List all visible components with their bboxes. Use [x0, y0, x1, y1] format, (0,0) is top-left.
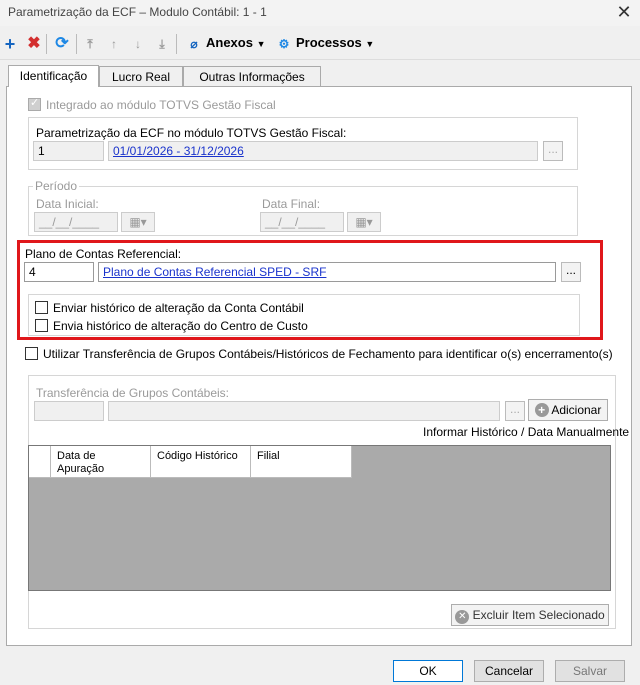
data-final-field[interactable]: __/__/____: [260, 212, 344, 232]
column-header-codigo-historico[interactable]: Código Histórico: [151, 446, 251, 478]
parametrizacao-period-field[interactable]: 01/01/2026 - 31/12/2026: [108, 141, 538, 161]
integrado-label: Integrado ao módulo TOTVS Gestão Fiscal: [46, 98, 276, 112]
cancel-button[interactable]: Cancelar: [474, 660, 544, 682]
tab-lucro-real[interactable]: Lucro Real: [99, 66, 183, 87]
plano-lookup-button[interactable]: ...: [561, 262, 581, 282]
paperclip-icon: ⌀: [190, 37, 198, 51]
delete-icon[interactable]: ✖: [24, 34, 44, 54]
refresh-icon[interactable]: ⟳: [52, 34, 72, 54]
parametrizacao-label: Parametrização da ECF no módulo TOTVS Ge…: [36, 126, 347, 140]
historico-centro-label: Envia histórico de alteração do Centro d…: [53, 319, 308, 333]
calendar-icon[interactable]: ▦▾: [347, 212, 381, 232]
window-title: Parametrização da ECF – Modulo Contábil:…: [8, 5, 267, 19]
historico-centro-checkbox[interactable]: [35, 319, 48, 332]
informar-historico-link[interactable]: Informar Histórico / Data Manualmente: [423, 425, 629, 439]
transferencia-label: Utilizar Transferência de Grupos Contábe…: [43, 347, 613, 361]
transferencia-grupos-label: Transferência de Grupos Contábeis:: [36, 386, 229, 400]
transferencia-name-field[interactable]: [108, 401, 500, 421]
data-inicial-label: Data Inicial:: [36, 197, 99, 211]
data-final-label: Data Final:: [262, 197, 321, 211]
remove-circle-icon: ✕: [455, 610, 470, 624]
transferencia-lookup-button[interactable]: ...: [505, 401, 525, 421]
historico-conta-checkbox[interactable]: [35, 301, 48, 314]
chevron-down-icon: ▼: [365, 39, 375, 49]
calendar-icon[interactable]: ▦▾: [121, 212, 155, 232]
excluir-item-button[interactable]: ✕ Excluir Item Selecionado: [451, 604, 609, 626]
move-last-icon[interactable]: ⤓: [152, 34, 172, 54]
toolbar: + ✖ ⟳ ⤒ ↑ ↓ ⤓ ⌀ Anexos ▼ ⚙ Processos ▼: [0, 28, 640, 60]
periodo-label: Período: [33, 179, 80, 193]
data-inicial-field[interactable]: __/__/____: [34, 212, 118, 232]
tab-identificacao[interactable]: Identificação: [8, 65, 99, 87]
close-icon[interactable]: ✕: [612, 2, 636, 22]
gear-icon: ⚙: [278, 37, 290, 51]
column-header-data-apuracao[interactable]: Data de Apuração: [51, 446, 151, 478]
parametrizacao-code-field[interactable]: 1: [33, 141, 104, 161]
column-header-filial[interactable]: Filial: [251, 446, 352, 478]
title-bar: Parametrização da ECF – Modulo Contábil:…: [0, 0, 640, 26]
transferencia-code-field[interactable]: [34, 401, 104, 421]
anexos-menu[interactable]: Anexos ▼: [206, 35, 266, 50]
plus-circle-icon: +: [534, 403, 549, 417]
move-up-icon[interactable]: ↑: [104, 34, 124, 54]
grid-corner: [29, 446, 51, 478]
plano-code-field[interactable]: 4: [24, 262, 94, 282]
plano-label: Plano de Contas Referencial:: [25, 247, 182, 261]
processos-menu[interactable]: Processos ▼: [296, 35, 374, 50]
parametrizacao-lookup-button[interactable]: ...: [543, 141, 563, 161]
plano-name-field[interactable]: Plano de Contas Referencial SPED - SRF: [98, 262, 556, 282]
transferencia-checkbox[interactable]: [25, 347, 38, 360]
historico-conta-label: Enviar histórico de alteração da Conta C…: [53, 301, 304, 315]
chevron-down-icon: ▼: [256, 39, 266, 49]
integrado-checkbox[interactable]: ✓: [28, 97, 41, 111]
move-first-icon[interactable]: ⤒: [80, 34, 100, 54]
move-down-icon[interactable]: ↓: [128, 34, 148, 54]
add-icon[interactable]: +: [0, 34, 20, 54]
ok-button[interactable]: OK: [393, 660, 463, 682]
data-grid[interactable]: Data de Apuração Código Histórico Filial: [28, 445, 611, 591]
save-button[interactable]: Salvar: [555, 660, 625, 682]
adicionar-button[interactable]: + Adicionar: [528, 399, 608, 421]
tab-outras-informacoes[interactable]: Outras Informações: [183, 66, 321, 87]
